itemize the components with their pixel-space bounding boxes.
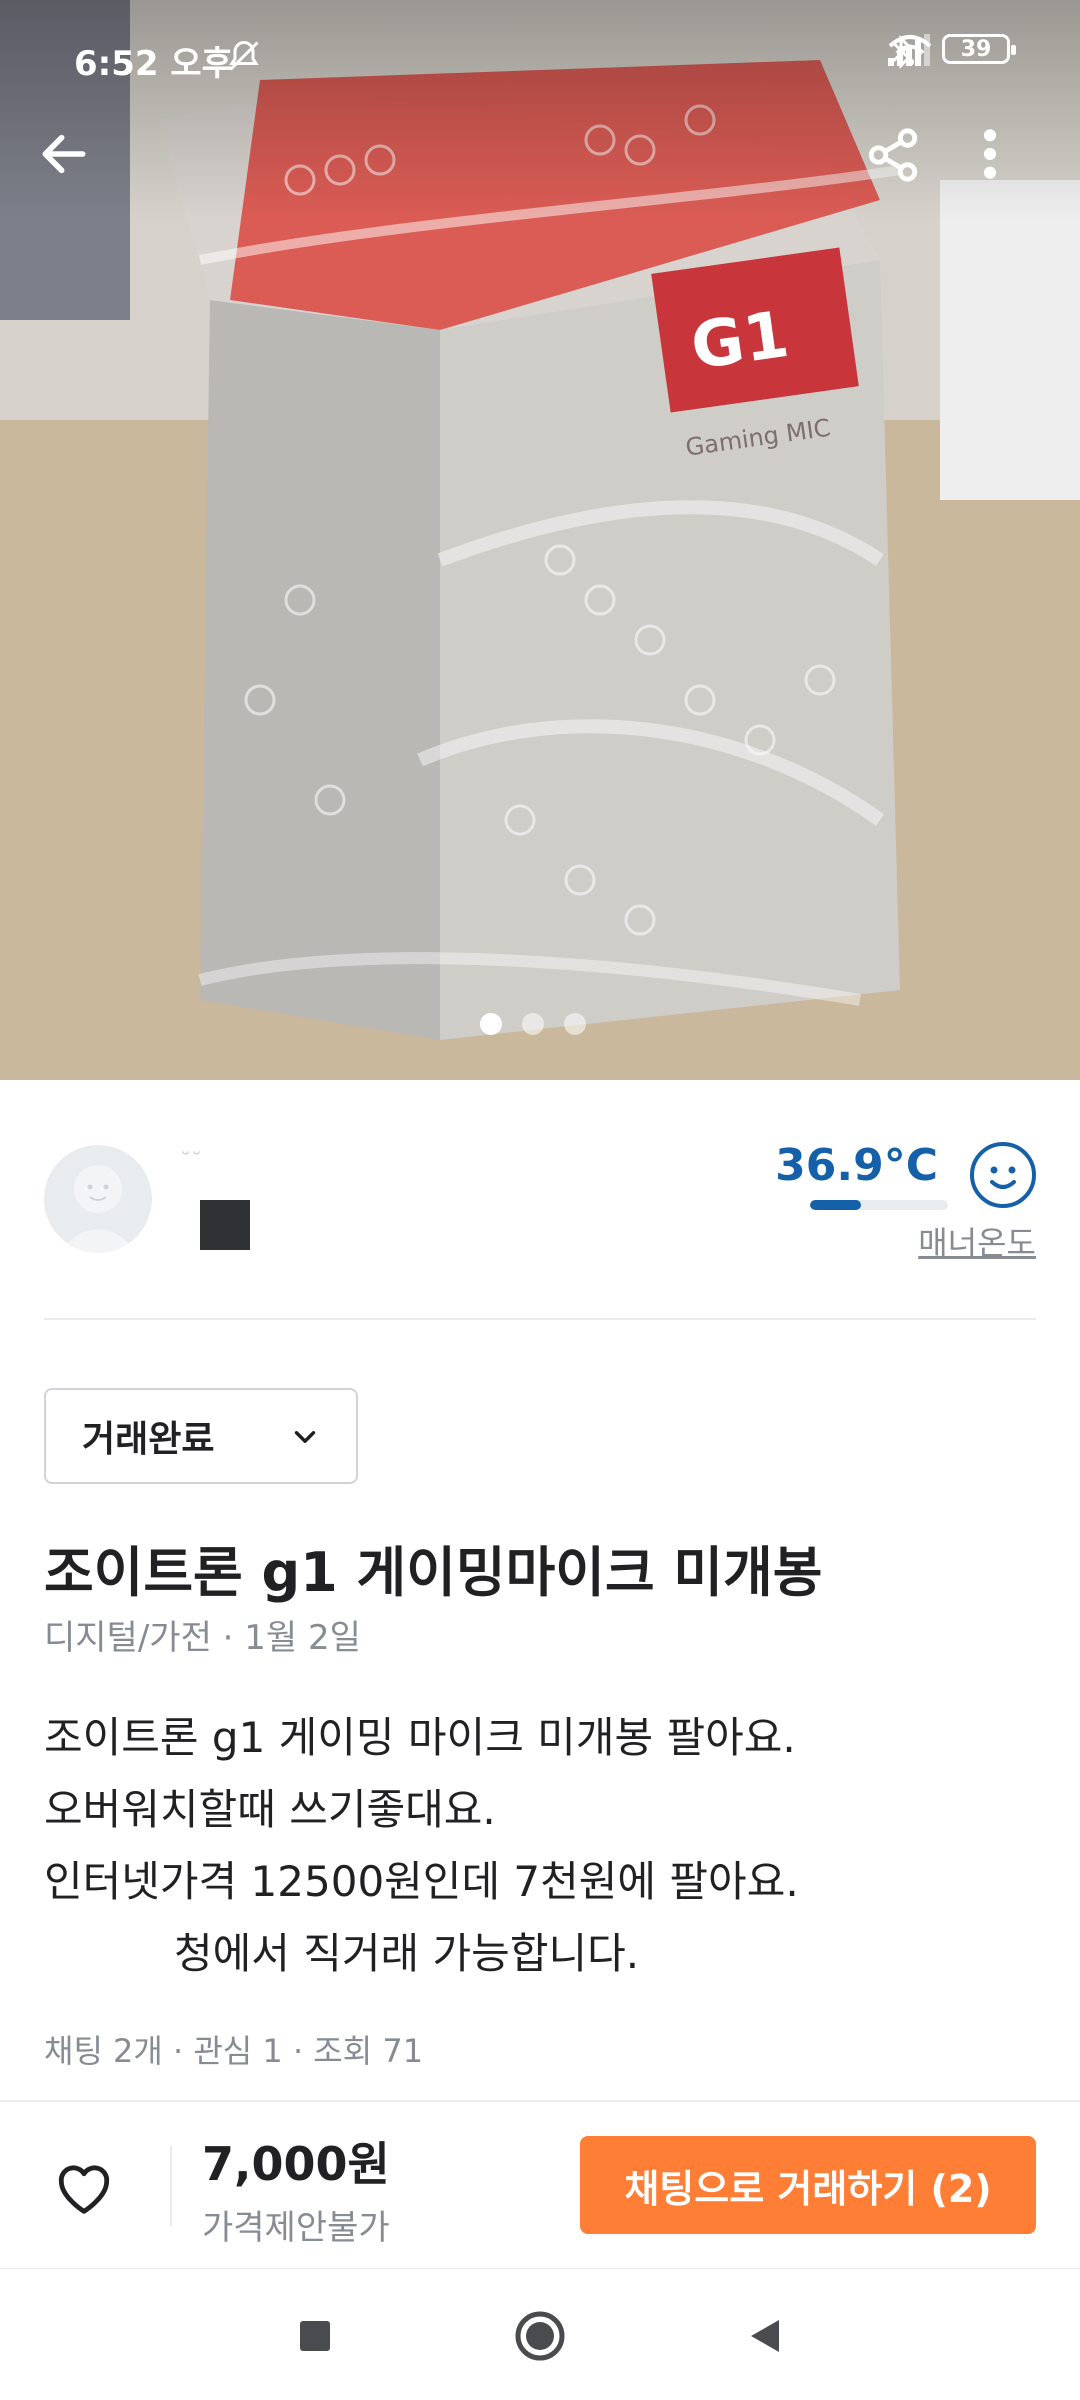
description-line: 청에서 직거래 가능합니다. xyxy=(174,1929,640,1978)
description-line: 인터넷가격 12500원인데 7천원에 팔아요. xyxy=(44,1857,799,1906)
seller-profile[interactable]: ˘˘ 36.9°C 매너온도 xyxy=(0,1100,1080,1320)
product-description: 조이트론 g1 게이밍 마이크 미개봉 팔아요. 오버워치할때 쓰기좋대요. 인… xyxy=(44,1702,1044,1990)
pagination-dot[interactable] xyxy=(522,1013,544,1035)
home-circle-icon xyxy=(515,2311,565,2361)
share-button[interactable] xyxy=(864,126,944,206)
home-button[interactable] xyxy=(503,2299,577,2373)
seller-nickname: ˘˘ xyxy=(180,1150,202,1175)
temperature-bar xyxy=(810,1200,948,1210)
description-line-redacted: 청에서 직거래 가능합니다. xyxy=(44,1918,1044,1990)
battery-icon: 39 xyxy=(942,34,1016,64)
vertical-divider xyxy=(170,2146,172,2226)
back-button[interactable] xyxy=(36,126,116,206)
trade-status-value: 거래완료 xyxy=(82,1419,215,1460)
redacted-block xyxy=(44,1935,174,1978)
chat-trade-button[interactable]: 채팅으로 거래하기 (2) xyxy=(580,2136,1036,2234)
default-avatar-icon xyxy=(58,1165,138,1253)
back-arrow-icon xyxy=(42,134,86,174)
status-icons: 39 xyxy=(888,34,1016,70)
redacted-block xyxy=(200,1200,250,1250)
temperature-bar-fill xyxy=(810,1200,861,1210)
smile-face-icon xyxy=(970,1142,1036,1208)
product-title: 조이트론 g1 게이밍마이크 미개봉 xyxy=(44,1541,823,1604)
recents-button[interactable] xyxy=(278,2299,352,2373)
bottom-action-bar: 7,000원 가격제안불가 채팅으로 거래하기 (2) xyxy=(0,2100,1080,2268)
more-options-button[interactable] xyxy=(980,126,1040,206)
pagination-dot-active[interactable] xyxy=(480,1013,502,1035)
recents-square-icon xyxy=(300,2321,330,2351)
like-button[interactable] xyxy=(52,2156,116,2216)
more-vert-icon xyxy=(983,129,997,179)
pagination-dot[interactable] xyxy=(564,1013,586,1035)
product-photo[interactable]: G1 Gaming MIC 6:52 오후 39 xyxy=(0,0,1080,1080)
system-back-button[interactable] xyxy=(728,2299,802,2373)
manner-temperature-label[interactable]: 매너온도 xyxy=(918,1218,1036,1264)
price-negotiation-status: 가격제안불가 xyxy=(202,2208,390,2248)
section-divider xyxy=(44,1318,1036,1320)
share-icon xyxy=(868,128,918,182)
gallery-pagination xyxy=(480,1013,586,1035)
heart-icon xyxy=(58,2165,110,2214)
description-line: 조이트론 g1 게이밍 마이크 미개봉 팔아요. xyxy=(44,1713,796,1762)
avatar[interactable] xyxy=(44,1145,152,1253)
chevron-down-icon xyxy=(294,1431,316,1443)
trade-status-dropdown[interactable]: 거래완료 xyxy=(44,1388,358,1484)
svg-text:G1: G1 xyxy=(687,298,793,385)
product-stats: 채팅 2개 · 관심 1 · 조회 71 xyxy=(44,2032,424,2070)
back-triangle-icon xyxy=(751,2320,779,2352)
price: 7,000원 xyxy=(202,2137,390,2191)
system-navigation-bar xyxy=(0,2268,1080,2400)
product-category-date: 디지털/가전 · 1월 2일 xyxy=(44,1618,361,1658)
manner-temperature: 36.9°C xyxy=(775,1140,938,1191)
status-bar: 6:52 오후 39 xyxy=(0,0,1080,116)
status-time: 6:52 오후 xyxy=(74,44,233,84)
description-line: 오버워치할때 쓰기좋대요. xyxy=(44,1785,496,1834)
